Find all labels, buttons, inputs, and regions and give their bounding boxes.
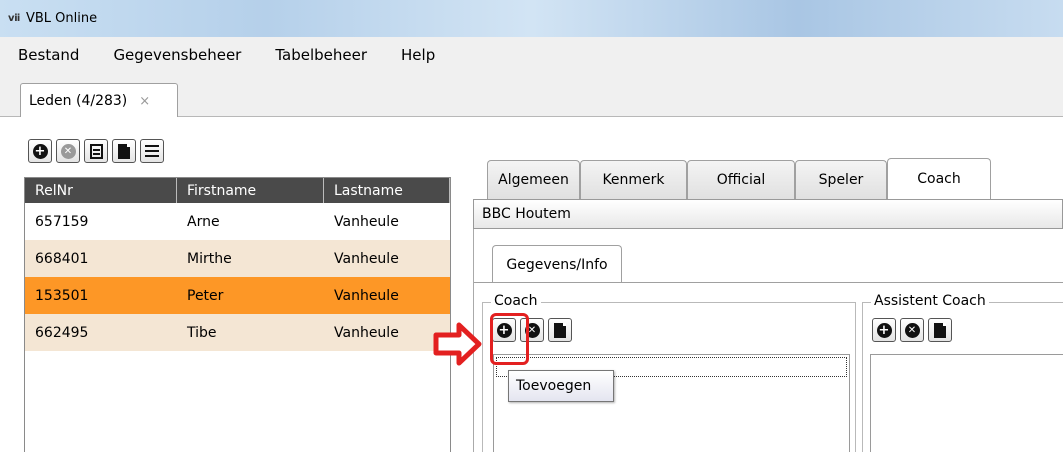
tab-leden-label: Leden (4/283) — [29, 93, 128, 109]
form-button[interactable] — [84, 139, 108, 163]
cell-firstname: Mirthe — [187, 250, 232, 267]
title-bar: ⅶ VBL Online — [0, 0, 1063, 37]
list-button[interactable] — [140, 139, 164, 163]
coach-list[interactable] — [493, 354, 850, 452]
form-icon — [89, 143, 103, 159]
assistant-delete-button[interactable]: ✕ — [900, 318, 924, 342]
close-icon[interactable]: × — [139, 94, 150, 109]
tab-algemeen[interactable]: Algemeen — [487, 160, 580, 199]
tab-gegevens-info[interactable]: Gegevens/Info — [492, 245, 622, 283]
column-header-lastname[interactable]: Lastname — [324, 178, 450, 203]
tooltip-text: Toevoegen — [516, 378, 592, 394]
delete-button[interactable]: ✕ — [56, 139, 80, 163]
coach-document-button[interactable] — [548, 318, 572, 342]
cell-lastname: Vanheule — [334, 324, 399, 341]
table-header: RelNr Firstname Lastname — [25, 178, 450, 203]
cell-relnr: 668401 — [35, 250, 89, 267]
document-icon — [118, 143, 130, 159]
cell-relnr: 153501 — [35, 287, 89, 304]
cell-firstname: Peter — [187, 287, 224, 304]
add-icon: + — [32, 143, 48, 159]
assistant-coach-group-title: Assistent Coach — [871, 293, 989, 309]
subtab-divider — [474, 282, 1063, 283]
cell-lastname: Vanheule — [334, 213, 399, 230]
menu-bestand[interactable]: Bestand — [18, 46, 79, 64]
annotation-highlight-box — [490, 313, 529, 365]
tab-kenmerk[interactable]: Kenmerk — [580, 160, 687, 199]
club-name-bar: BBC Houtem — [473, 199, 1063, 229]
window-title: VBL Online — [26, 11, 98, 26]
menu-help[interactable]: Help — [401, 46, 435, 64]
add-icon: + — [876, 322, 892, 338]
document-button[interactable] — [112, 139, 136, 163]
delete-icon: ✕ — [904, 322, 920, 338]
table-row[interactable]: 662495 Tibe Vanheule — [25, 314, 450, 351]
menu-gegevensbeheer[interactable]: Gegevensbeheer — [113, 46, 241, 64]
annotation-arrow-icon — [433, 322, 482, 366]
cell-relnr: 662495 — [35, 324, 89, 341]
cell-relnr: 657159 — [35, 213, 89, 230]
table-row[interactable]: 657159 Arne Vanheule — [25, 203, 450, 240]
assistant-coach-group: Assistent Coach + ✕ — [862, 293, 1063, 452]
table-row[interactable]: 668401 Mirthe Vanheule — [25, 240, 450, 277]
cell-lastname: Vanheule — [334, 250, 399, 267]
app-logo-icon: ⅶ — [8, 12, 21, 24]
add-button[interactable]: + — [28, 139, 52, 163]
assistant-add-button[interactable]: + — [872, 318, 896, 342]
assistant-coach-list[interactable] — [870, 354, 1063, 452]
tab-speler[interactable]: Speler — [795, 160, 887, 199]
menu-tabelbeheer[interactable]: Tabelbeheer — [275, 46, 367, 64]
list-icon — [145, 145, 159, 157]
cell-firstname: Tibe — [187, 324, 217, 341]
delete-icon: ✕ — [60, 143, 76, 159]
table-row-selected[interactable]: 153501 Peter Vanheule — [25, 277, 450, 314]
cell-lastname: Vanheule — [334, 287, 399, 304]
column-header-firstname[interactable]: Firstname — [177, 178, 324, 203]
document-icon — [934, 322, 946, 338]
tooltip: Toevoegen — [508, 370, 614, 402]
document-icon — [554, 322, 566, 338]
coach-subpanel: Gegevens/Info Coach + ✕ Assistent Coach … — [473, 229, 1063, 452]
cell-firstname: Arne — [187, 213, 220, 230]
column-header-relnr[interactable]: RelNr — [25, 178, 177, 203]
document-tab-strip: Leden (4/283) × — [0, 73, 1063, 118]
tab-leden[interactable]: Leden (4/283) × — [20, 83, 178, 118]
club-name: BBC Houtem — [482, 206, 571, 222]
assistant-document-button[interactable] — [928, 318, 952, 342]
detail-panel: Algemeen Kenmerk Official Speler Coach B… — [473, 158, 1063, 452]
menu-bar: Bestand Gegevensbeheer Tabelbeheer Help — [0, 37, 1063, 73]
coach-group-title: Coach — [491, 293, 541, 309]
members-table[interactable]: RelNr Firstname Lastname 657159 Arne Van… — [24, 177, 451, 452]
tab-coach[interactable]: Coach — [887, 158, 991, 199]
tab-official[interactable]: Official — [687, 160, 795, 199]
